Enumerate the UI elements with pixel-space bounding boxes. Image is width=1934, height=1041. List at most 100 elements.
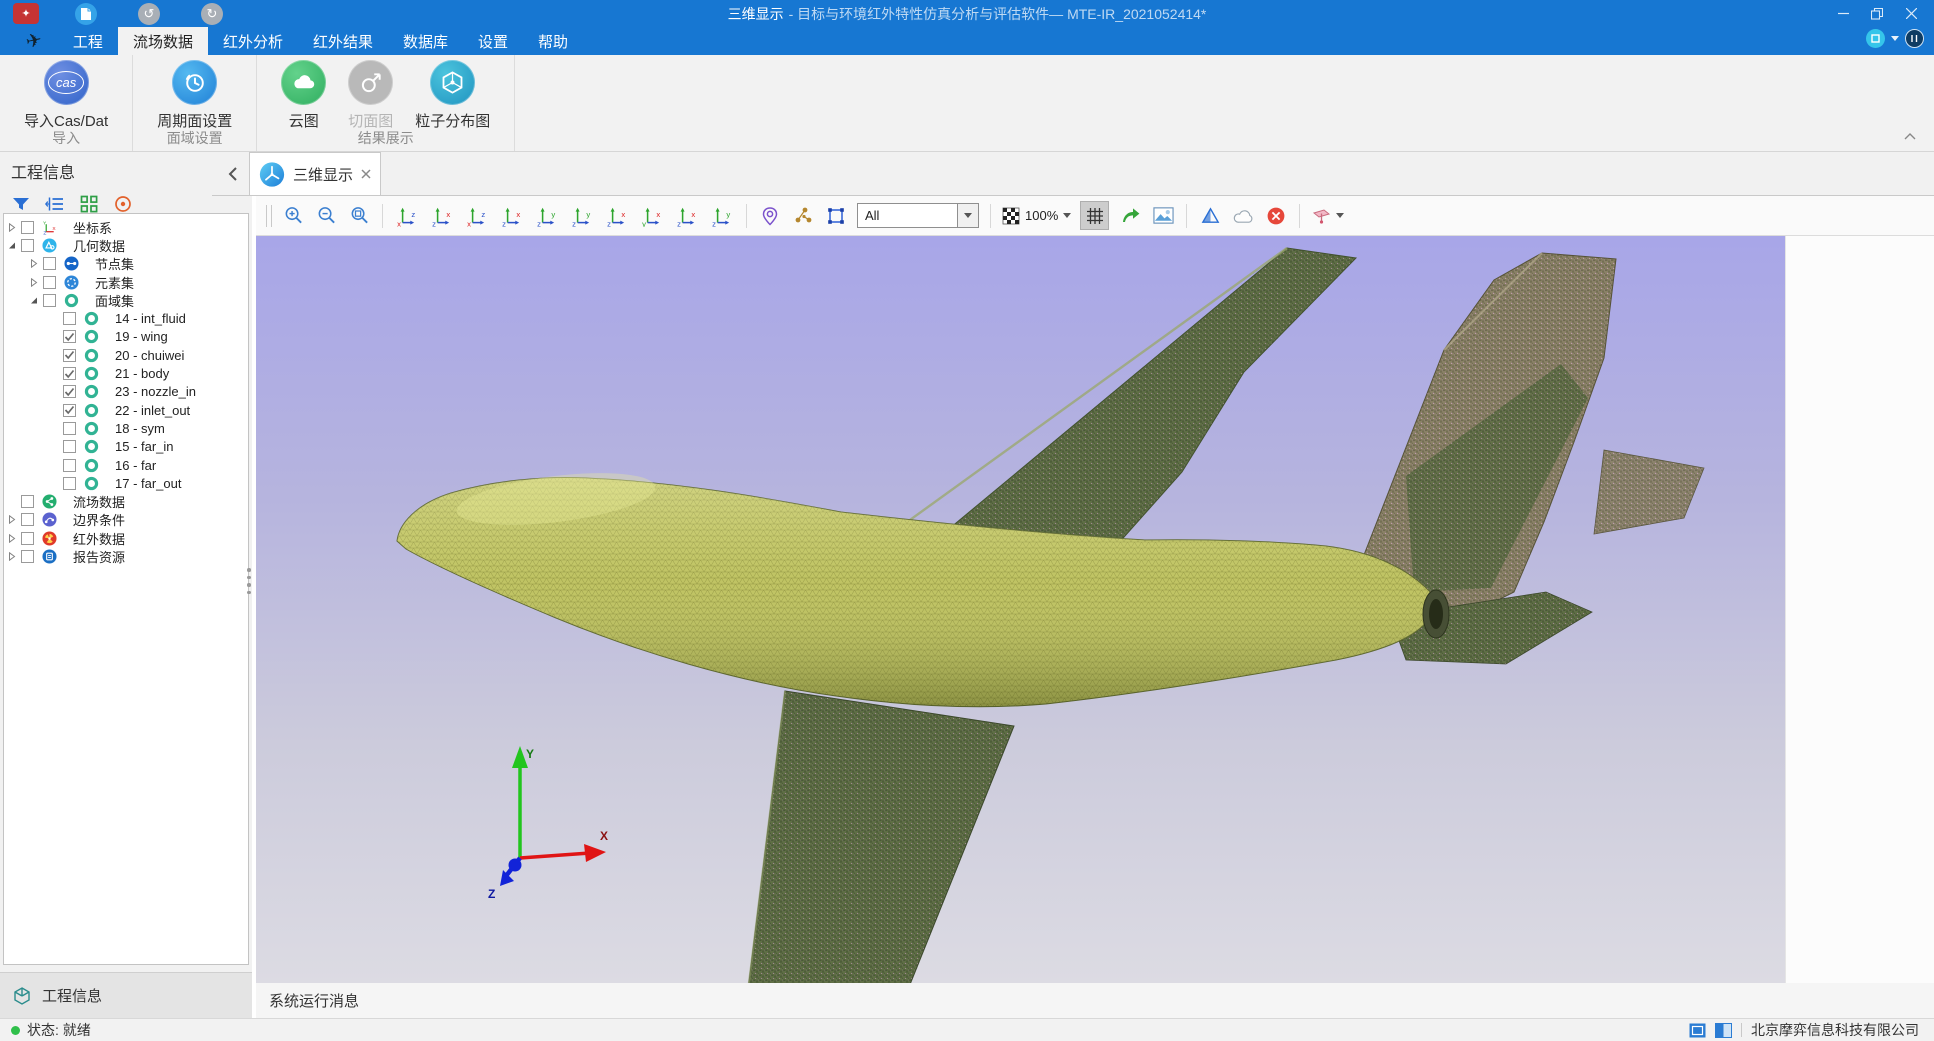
select-box-icon[interactable] — [824, 204, 848, 228]
undo-icon[interactable]: ↺ — [138, 3, 160, 25]
tree-item[interactable]: 红外数据 — [4, 529, 248, 547]
new-document-icon[interactable] — [75, 3, 97, 25]
layout-split-icon[interactable] — [1715, 1023, 1732, 1038]
tree-checkbox[interactable] — [63, 404, 76, 417]
panel-bottom-bar[interactable]: 工程信息 — [0, 972, 252, 1018]
ribbon-collapse-icon[interactable] — [1904, 127, 1916, 145]
tree-checkbox[interactable] — [63, 349, 76, 362]
tree-checkbox[interactable] — [21, 239, 34, 252]
tree-item[interactable]: 面域集 — [4, 291, 248, 309]
tree-item[interactable]: 报告资源 — [4, 547, 248, 565]
tab-close-icon[interactable] — [361, 169, 371, 179]
tree-checkbox[interactable] — [63, 477, 76, 490]
tree-collapsed-icon[interactable] — [8, 515, 18, 524]
mirror-icon[interactable] — [1198, 204, 1222, 228]
tree-item[interactable]: YZX坐标系 — [4, 218, 248, 236]
zoom-in-icon[interactable] — [281, 204, 305, 228]
tree-item[interactable]: 16 - far — [4, 456, 248, 474]
tree-collapsed-icon[interactable] — [8, 223, 18, 232]
view-orientation-zx-icon[interactable]: zx — [499, 204, 525, 228]
region-outline-icon[interactable] — [1231, 204, 1255, 228]
menu-item-ir-analysis[interactable]: 红外分析 — [208, 27, 298, 55]
tree-checkbox[interactable] — [63, 330, 76, 343]
tree-item[interactable]: 15 - far_in — [4, 438, 248, 456]
tree-checkbox[interactable] — [21, 550, 34, 563]
view-orientation-xz-icon[interactable]: xz — [394, 204, 420, 228]
tree-item[interactable]: 元素集 — [4, 273, 248, 291]
view-orientation-xz-icon[interactable]: xz — [464, 204, 490, 228]
menu-item-database[interactable]: 数据库 — [388, 27, 463, 55]
tree-checkbox[interactable] — [63, 367, 76, 380]
tree-item[interactable]: 19 - wing — [4, 328, 248, 346]
tree-item[interactable]: 20 - chuiwei — [4, 346, 248, 364]
panel-splitter[interactable] — [247, 568, 252, 594]
tree-item[interactable]: 几何数据 — [4, 236, 248, 254]
tree-checkbox[interactable] — [21, 221, 34, 234]
tree-item[interactable]: 节点集 — [4, 255, 248, 273]
tree-item[interactable]: 边界条件 — [4, 511, 248, 529]
theme-icon[interactable] — [1866, 29, 1885, 48]
delete-all-icon[interactable] — [1264, 204, 1288, 228]
tree-item[interactable]: 23 - nozzle_in — [4, 383, 248, 401]
theme-dropdown-icon[interactable] — [1891, 36, 1899, 41]
zoom-out-icon[interactable] — [314, 204, 338, 228]
menu-item-settings[interactable]: 设置 — [463, 27, 523, 55]
tree-item[interactable]: 22 - inlet_out — [4, 401, 248, 419]
tree-checkbox[interactable] — [63, 385, 76, 398]
zoom-level-control[interactable]: 100% — [1002, 207, 1071, 225]
probe-pin-icon[interactable] — [758, 204, 782, 228]
tree-item[interactable]: 21 - body — [4, 364, 248, 382]
redo-icon[interactable]: ↻ — [201, 3, 223, 25]
maximize-button[interactable] — [1860, 0, 1894, 27]
menu-item-engineering[interactable]: 工程 — [58, 27, 118, 55]
locate-target-icon[interactable] — [113, 194, 133, 214]
snapshot-icon[interactable] — [1151, 204, 1175, 228]
tab-3d-display[interactable]: 三维显示 — [249, 152, 381, 195]
menu-item-ir-results[interactable]: 红外结果 — [298, 27, 388, 55]
tree-checkbox[interactable] — [63, 422, 76, 435]
toolbar-drag-handle[interactable] — [266, 205, 272, 227]
tree-collapsed-icon[interactable] — [30, 278, 40, 287]
tree-checkbox[interactable] — [21, 495, 34, 508]
layout-icon[interactable] — [1905, 29, 1924, 48]
tree-item[interactable]: 17 - far_out — [4, 474, 248, 492]
export-flow-icon[interactable] — [1118, 204, 1142, 228]
contour-map-button[interactable]: 云图 — [281, 60, 326, 131]
view-orientation-zy-icon[interactable]: zy — [534, 204, 560, 228]
combo-dropdown-icon[interactable] — [957, 204, 978, 227]
tree-collapsed-icon[interactable] — [30, 259, 40, 268]
tree-checkbox[interactable] — [21, 532, 34, 545]
tree-expanded-icon[interactable] — [8, 241, 18, 250]
tree-checkbox[interactable] — [21, 513, 34, 526]
tree-checkbox[interactable] — [43, 294, 56, 307]
tree-expanded-icon[interactable] — [30, 296, 40, 305]
view-orientation-zy-icon[interactable]: zy — [569, 204, 595, 228]
view-orientation-zx-icon[interactable]: zx — [429, 204, 455, 228]
app-logo-icon[interactable]: ✦ — [13, 3, 39, 24]
menu-item-help[interactable]: 帮助 — [523, 27, 583, 55]
tree-item[interactable]: 18 - sym — [4, 419, 248, 437]
tree-checkbox[interactable] — [43, 257, 56, 270]
import-cas-dat-button[interactable]: cas导入Cas/Dat — [24, 60, 108, 131]
tree-collapsed-icon[interactable] — [8, 534, 18, 543]
tab-scroll-left-icon[interactable] — [228, 152, 237, 195]
expand-list-icon[interactable] — [45, 194, 65, 214]
menu-item-flow-field-data[interactable]: 流场数据 — [118, 27, 208, 55]
close-button[interactable] — [1894, 0, 1928, 27]
display-filter-select[interactable]: All — [857, 203, 979, 228]
tree-checkbox[interactable] — [63, 459, 76, 472]
filter-icon[interactable] — [11, 194, 31, 214]
view-orientation-yx-icon[interactable]: yx — [639, 204, 665, 228]
clip-plane-dropdown[interactable] — [1311, 206, 1344, 225]
particle-distribution-button[interactable]: 粒子分布图 — [415, 60, 490, 131]
periodic-face-settings-button[interactable]: 周期面设置 — [157, 60, 232, 131]
particle-trace-icon[interactable] — [791, 204, 815, 228]
view-orientation-zx-icon[interactable]: zx — [604, 204, 630, 228]
mesh-grid-toggle[interactable] — [1080, 201, 1109, 230]
view-orientation-zy-icon[interactable]: zy — [709, 204, 735, 228]
view-orientation-zx-icon[interactable]: zx — [674, 204, 700, 228]
tree-item[interactable]: 14 - int_fluid — [4, 309, 248, 327]
3d-viewport-canvas[interactable]: X Y Z — [256, 236, 1785, 983]
tree-checkbox[interactable] — [63, 312, 76, 325]
tree-item[interactable]: 流场数据 — [4, 492, 248, 510]
